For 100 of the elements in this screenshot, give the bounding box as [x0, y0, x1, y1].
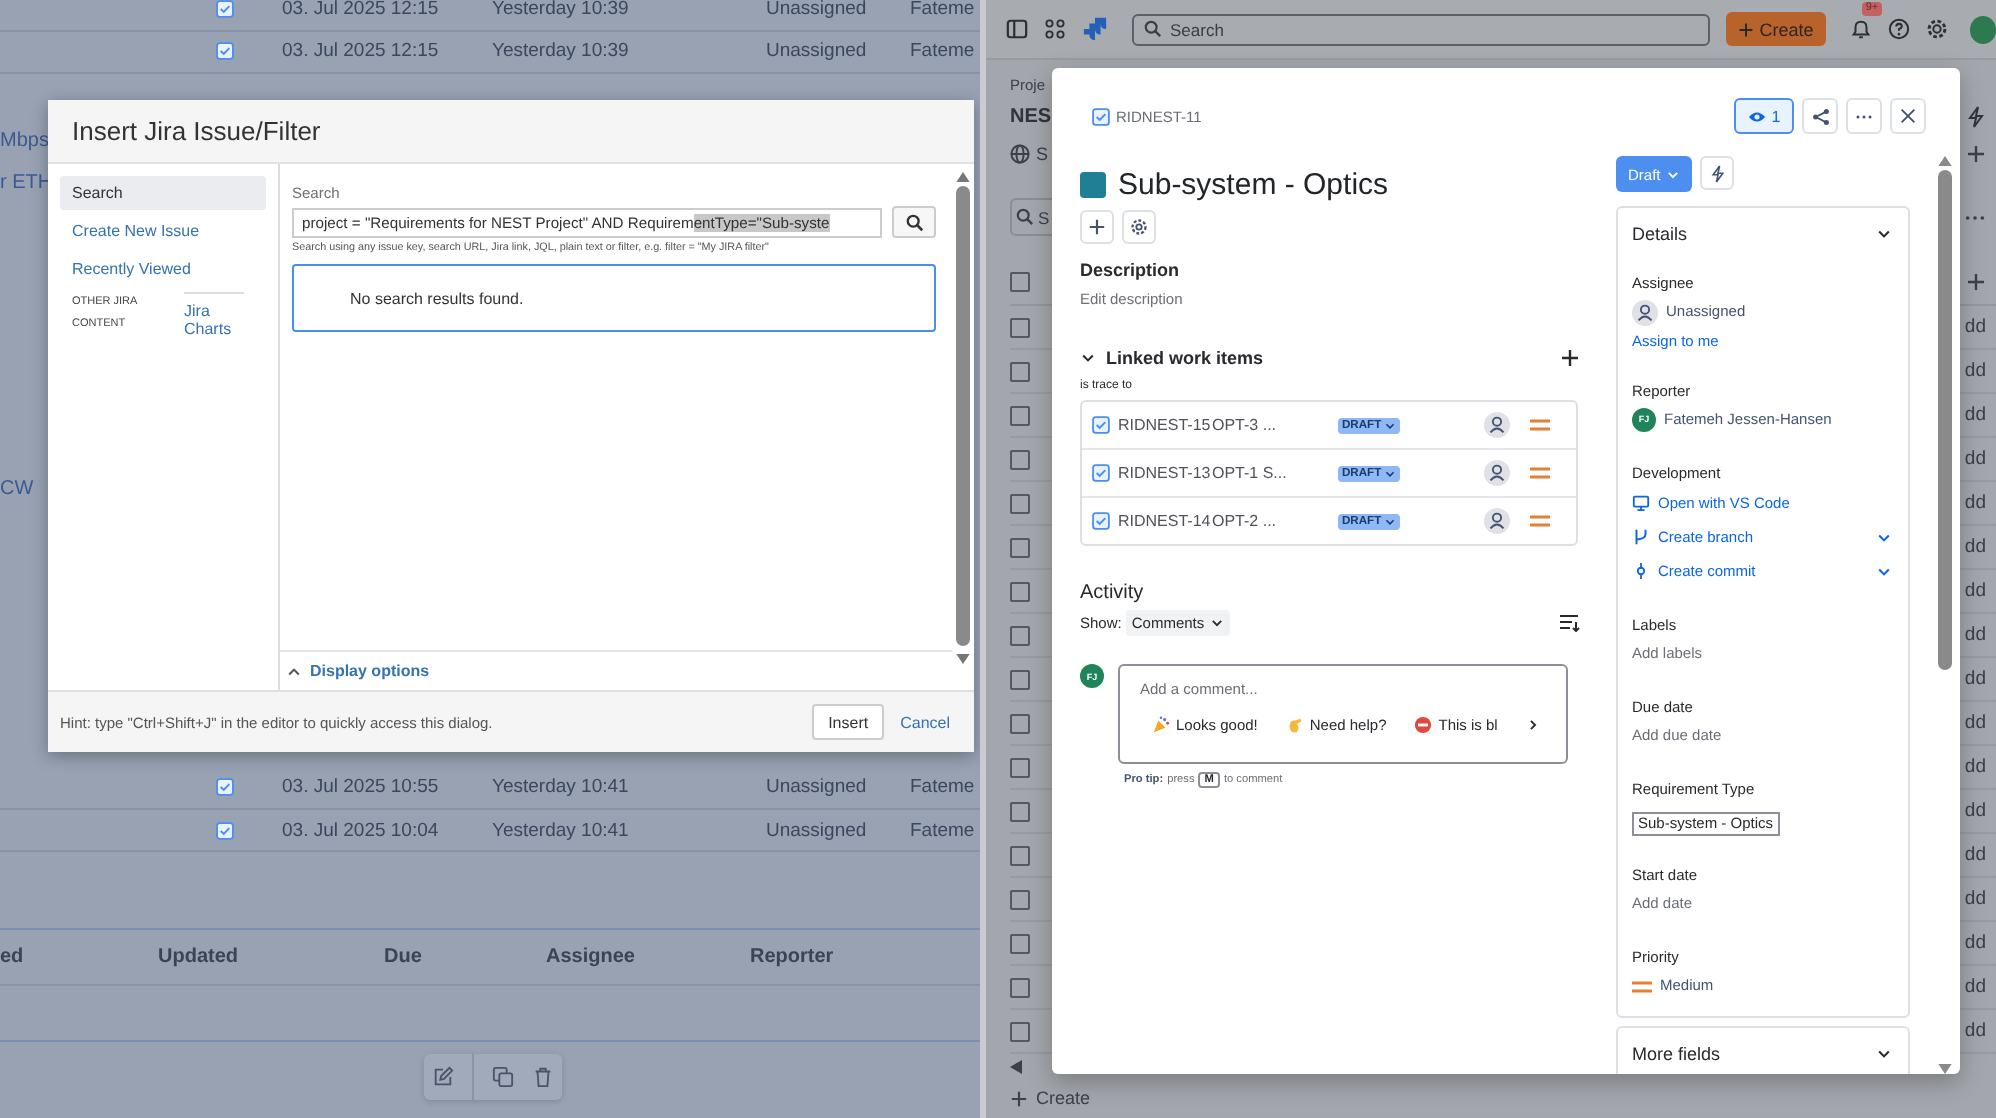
user-avatar[interactable]: [1969, 15, 1996, 43]
add-link[interactable]: dd: [1964, 624, 1986, 646]
assignee-cell-text: Unassigned: [766, 0, 869, 20]
more-fields-panel[interactable]: More fields: [1616, 1026, 1910, 1074]
details-heading[interactable]: Details: [1632, 224, 1688, 244]
add-link[interactable]: dd: [1964, 976, 1986, 998]
linked-item-key[interactable]: RIDNEST-14: [1118, 512, 1206, 530]
dropdown-chevron-icon[interactable]: [1876, 529, 1892, 545]
add-link[interactable]: dd: [1964, 536, 1986, 558]
watch-button[interactable]: 1: [1734, 98, 1794, 134]
display-options-link[interactable]: Display options: [310, 662, 430, 680]
app-grid-icon[interactable]: [1044, 18, 1066, 40]
row-checkbox[interactable]: [1010, 845, 1030, 865]
unassigned-avatar-icon: [1632, 299, 1658, 325]
story-icon: [1092, 512, 1110, 530]
logo-icon[interactable]: [1082, 16, 1108, 42]
issue-title[interactable]: Sub-system - Optics: [1118, 168, 1389, 202]
add-link[interactable]: dd: [1964, 800, 1986, 822]
assignee-cell-text: Unassigned: [766, 775, 869, 798]
linked-item-key[interactable]: RIDNEST-15: [1118, 416, 1206, 434]
search-field[interactable]: Search: [1132, 13, 1710, 45]
add-link[interactable]: dd: [1964, 580, 1986, 602]
plus-icon: [1010, 1089, 1028, 1107]
linked-items-heading[interactable]: Linked work items: [1106, 348, 1264, 368]
insert-button[interactable]: Insert: [812, 704, 885, 740]
copy-icon[interactable]: [491, 1066, 514, 1089]
add-link[interactable]: dd: [1964, 1020, 1986, 1042]
add-link[interactable]: dd: [1964, 756, 1986, 778]
row-checkbox[interactable]: [1010, 361, 1030, 381]
story-icon: [216, 42, 234, 61]
add-view-icon[interactable]: [1966, 143, 1986, 163]
dropdown-chevron-icon[interactable]: [1876, 563, 1892, 579]
create-link[interactable]: Create: [1036, 1088, 1091, 1108]
settings-icon[interactable]: [1925, 18, 1948, 40]
automation-button[interactable]: [1700, 156, 1735, 190]
sidebar-icon[interactable]: [1006, 18, 1028, 40]
lightning-icon[interactable]: [1966, 105, 1986, 127]
row-checkbox[interactable]: [1010, 933, 1030, 953]
row-checkbox[interactable]: [1010, 625, 1030, 645]
row-checkbox[interactable]: [1010, 977, 1030, 997]
description-heading: Description: [1080, 260, 1182, 280]
add-link[interactable]: dd: [1964, 448, 1986, 470]
dropdown-chevron-icon: [1210, 616, 1225, 630]
page-link[interactable]: CW: [0, 474, 34, 505]
add-column-icon[interactable]: [1966, 272, 1986, 292]
row-checkbox[interactable]: [1010, 1021, 1030, 1041]
row-checkbox[interactable]: [1010, 889, 1030, 909]
dialog-nav-item[interactable]: Create New Issue: [60, 214, 266, 248]
apps-button[interactable]: [1122, 210, 1156, 244]
share-button[interactable]: [1802, 98, 1838, 134]
row-checkbox[interactable]: [1010, 713, 1030, 733]
linked-item-summary[interactable]: OPT-2 ...: [1212, 512, 1338, 530]
row-checkbox[interactable]: [1010, 801, 1030, 821]
sort-icon[interactable]: [1560, 614, 1580, 632]
scroll-up-icon: [1938, 156, 1952, 166]
linked-item-key[interactable]: RIDNEST-13: [1118, 464, 1206, 482]
linked-item-summary[interactable]: OPT-1 S...: [1212, 464, 1338, 482]
bell-icon[interactable]: [1849, 18, 1872, 40]
add-link[interactable]: dd: [1964, 404, 1986, 426]
add-link[interactable]: dd: [1964, 888, 1986, 910]
row-checkbox[interactable]: [1010, 449, 1030, 469]
add-link[interactable]: dd: [1964, 932, 1986, 954]
row-checkbox[interactable]: [1010, 537, 1030, 557]
cancel-link[interactable]: Cancel: [900, 713, 950, 731]
dialog-nav-item[interactable]: Recently Viewed: [60, 252, 266, 286]
add-button[interactable]: [1080, 210, 1114, 244]
linked-item-summary[interactable]: OPT-3 ...: [1212, 416, 1338, 434]
create-button[interactable]: Create: [1725, 12, 1826, 46]
trash-icon[interactable]: [531, 1066, 554, 1089]
story-icon: [216, 821, 234, 840]
row-checkbox[interactable]: [1010, 581, 1030, 601]
row-checkbox[interactable]: [1010, 757, 1030, 777]
add-link[interactable]: dd: [1964, 668, 1986, 690]
row-checkbox[interactable]: [1010, 317, 1030, 337]
dialog-nav-item[interactable]: Search: [60, 176, 266, 210]
reporter-cell-text: Fateme: [910, 775, 977, 798]
help-icon[interactable]: [1887, 18, 1910, 40]
priority-medium-icon: [1529, 466, 1550, 480]
row-checkbox[interactable]: [1010, 669, 1030, 689]
row-checkbox[interactable]: [1010, 405, 1030, 425]
search-button[interactable]: [892, 206, 936, 238]
view-tab[interactable]: S: [1036, 143, 1049, 163]
plus-icon: [1088, 218, 1106, 236]
scroll-left-icon: [1010, 1059, 1022, 1073]
select-all-checkbox[interactable]: [1010, 272, 1030, 292]
modal-scrollbar[interactable]: [1936, 156, 1954, 1074]
close-button[interactable]: [1890, 98, 1926, 134]
add-link[interactable]: dd: [1964, 316, 1986, 338]
dialog-nav-item[interactable]: Jira Charts: [184, 292, 244, 338]
edit-icon[interactable]: [432, 1066, 455, 1089]
add-link[interactable]: dd: [1964, 360, 1986, 382]
more-icon[interactable]: [1964, 213, 1986, 221]
row-checkbox[interactable]: [1010, 493, 1030, 513]
add-link[interactable]: dd: [1964, 492, 1986, 514]
assignee-cell-text: Unassigned: [766, 40, 869, 63]
add-link[interactable]: dd: [1964, 712, 1986, 734]
add-link[interactable]: dd: [1964, 844, 1986, 866]
reporter-cell-text: Fateme: [910, 819, 977, 842]
add-link-icon[interactable]: [1560, 348, 1580, 368]
page-link[interactable]: Mbps: [0, 126, 49, 157]
